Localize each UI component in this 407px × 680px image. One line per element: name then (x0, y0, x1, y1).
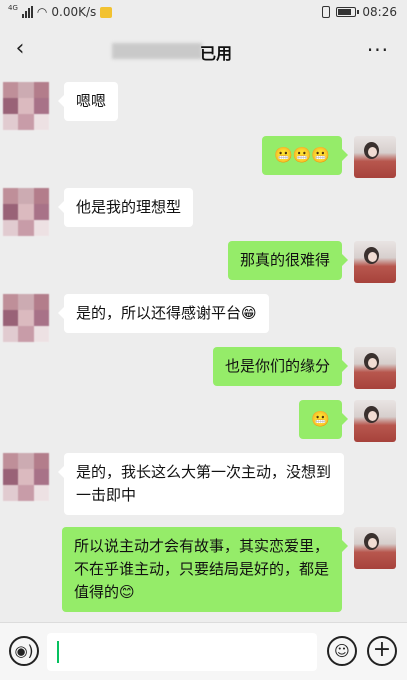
my-avatar[interactable] (354, 347, 396, 389)
sent-message-bubble[interactable]: 所以说主动才会有故事，其实恋爱里，不在乎谁主动，只要结局是好的，都是值得的😊 (62, 527, 348, 612)
message-row: 所以说主动才会有故事，其实恋爱里，不在乎谁主动，只要结局是好的，都是值得的😊 (62, 527, 407, 612)
more-options-icon[interactable]: ··· (367, 38, 389, 62)
speed-app-icon (100, 6, 113, 18)
my-avatar[interactable] (354, 400, 396, 442)
message-input[interactable] (47, 633, 317, 671)
network-type: 4G (8, 4, 18, 12)
signal-icon (21, 6, 33, 18)
contact-avatar[interactable] (3, 453, 49, 501)
received-message-bubble[interactable]: 是的，所以还得感谢平台😁 (58, 294, 269, 333)
message-row: 那真的很难得 (227, 241, 407, 283)
message-row: 是的，我长这么大第一次主动，没想到一击即中 (0, 453, 344, 515)
sent-message-bubble[interactable]: 😬😬😬 (261, 136, 349, 175)
contact-avatar[interactable] (3, 82, 49, 130)
contact-avatar[interactable] (3, 294, 49, 342)
received-message-bubble[interactable]: 嗯嗯 (57, 82, 119, 121)
sent-message-bubble[interactable]: 也是你们的缘分 (212, 347, 349, 386)
blurred-title-redaction (112, 43, 202, 59)
sent-message-bubble[interactable]: 😬 (299, 400, 348, 439)
voice-input-icon[interactable]: ◉) (9, 636, 39, 666)
vibrate-icon (322, 6, 331, 18)
received-message-bubble[interactable]: 他是我的理想型 (57, 188, 194, 227)
chat-header: ‹ 已用 ··· (0, 26, 407, 76)
status-bar: 4G ◠ 0.00K/s 08:26 (0, 0, 407, 26)
back-chevron-icon[interactable]: ‹ (8, 36, 32, 61)
chat-title: 已用 (200, 44, 233, 63)
message-row: 是的，所以还得感谢平台😁 (0, 294, 269, 342)
contact-avatar[interactable] (3, 188, 49, 236)
my-avatar[interactable] (354, 136, 396, 178)
plus-icon[interactable]: + (367, 636, 397, 666)
emoji-icon[interactable]: ☺ (327, 636, 357, 666)
my-avatar[interactable] (354, 241, 396, 283)
network-speed: 0.00K/s (51, 5, 97, 19)
message-row: 他是我的理想型 (0, 188, 194, 236)
my-avatar[interactable] (354, 527, 396, 569)
received-message-bubble[interactable]: 是的，我长这么大第一次主动，没想到一击即中 (58, 453, 344, 515)
message-row: 嗯嗯 (0, 82, 119, 130)
message-row: 也是你们的缘分 (212, 347, 407, 389)
message-row: 😬 (299, 400, 407, 442)
text-caret (57, 641, 59, 663)
battery-icon (336, 7, 360, 17)
message-row: 😬😬😬 (261, 136, 407, 178)
clock: 08:26 (362, 5, 397, 19)
sent-message-bubble[interactable]: 那真的很难得 (227, 241, 349, 280)
wifi-icon: ◠ (36, 5, 48, 19)
input-bar: ◉) ☺ + (0, 622, 407, 680)
